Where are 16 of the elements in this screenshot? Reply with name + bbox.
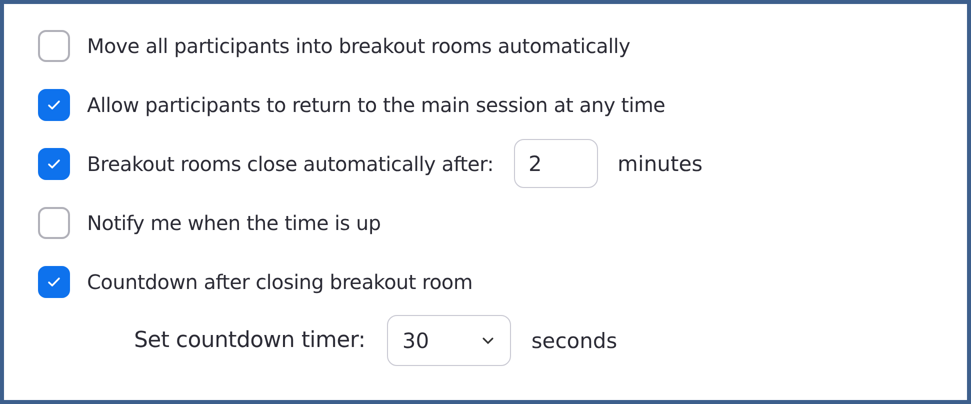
timer-label: Set countdown timer: <box>134 328 366 353</box>
chevron-down-icon <box>482 336 494 344</box>
checkbox[interactable] <box>38 206 70 238</box>
option-label: Allow participants to return to the main session at any time <box>87 92 666 116</box>
option-label: Notify me when the time is up <box>87 210 381 234</box>
timer-dropdown[interactable]: 30 <box>387 315 512 366</box>
checkbox[interactable] <box>38 88 70 120</box>
checkbox[interactable] <box>38 148 70 180</box>
option-label: Breakout rooms close automatically after: <box>87 152 494 176</box>
checkbox[interactable] <box>38 266 70 298</box>
unit-label: seconds <box>531 328 618 352</box>
option-label: Move all participants into breakout rooms automatically <box>87 34 630 58</box>
checkbox[interactable] <box>38 30 70 62</box>
option-label: Countdown after closing breakout room <box>87 270 473 294</box>
unit-label: minutes <box>618 152 703 176</box>
minutes-field[interactable]: 2 <box>514 139 598 188</box>
